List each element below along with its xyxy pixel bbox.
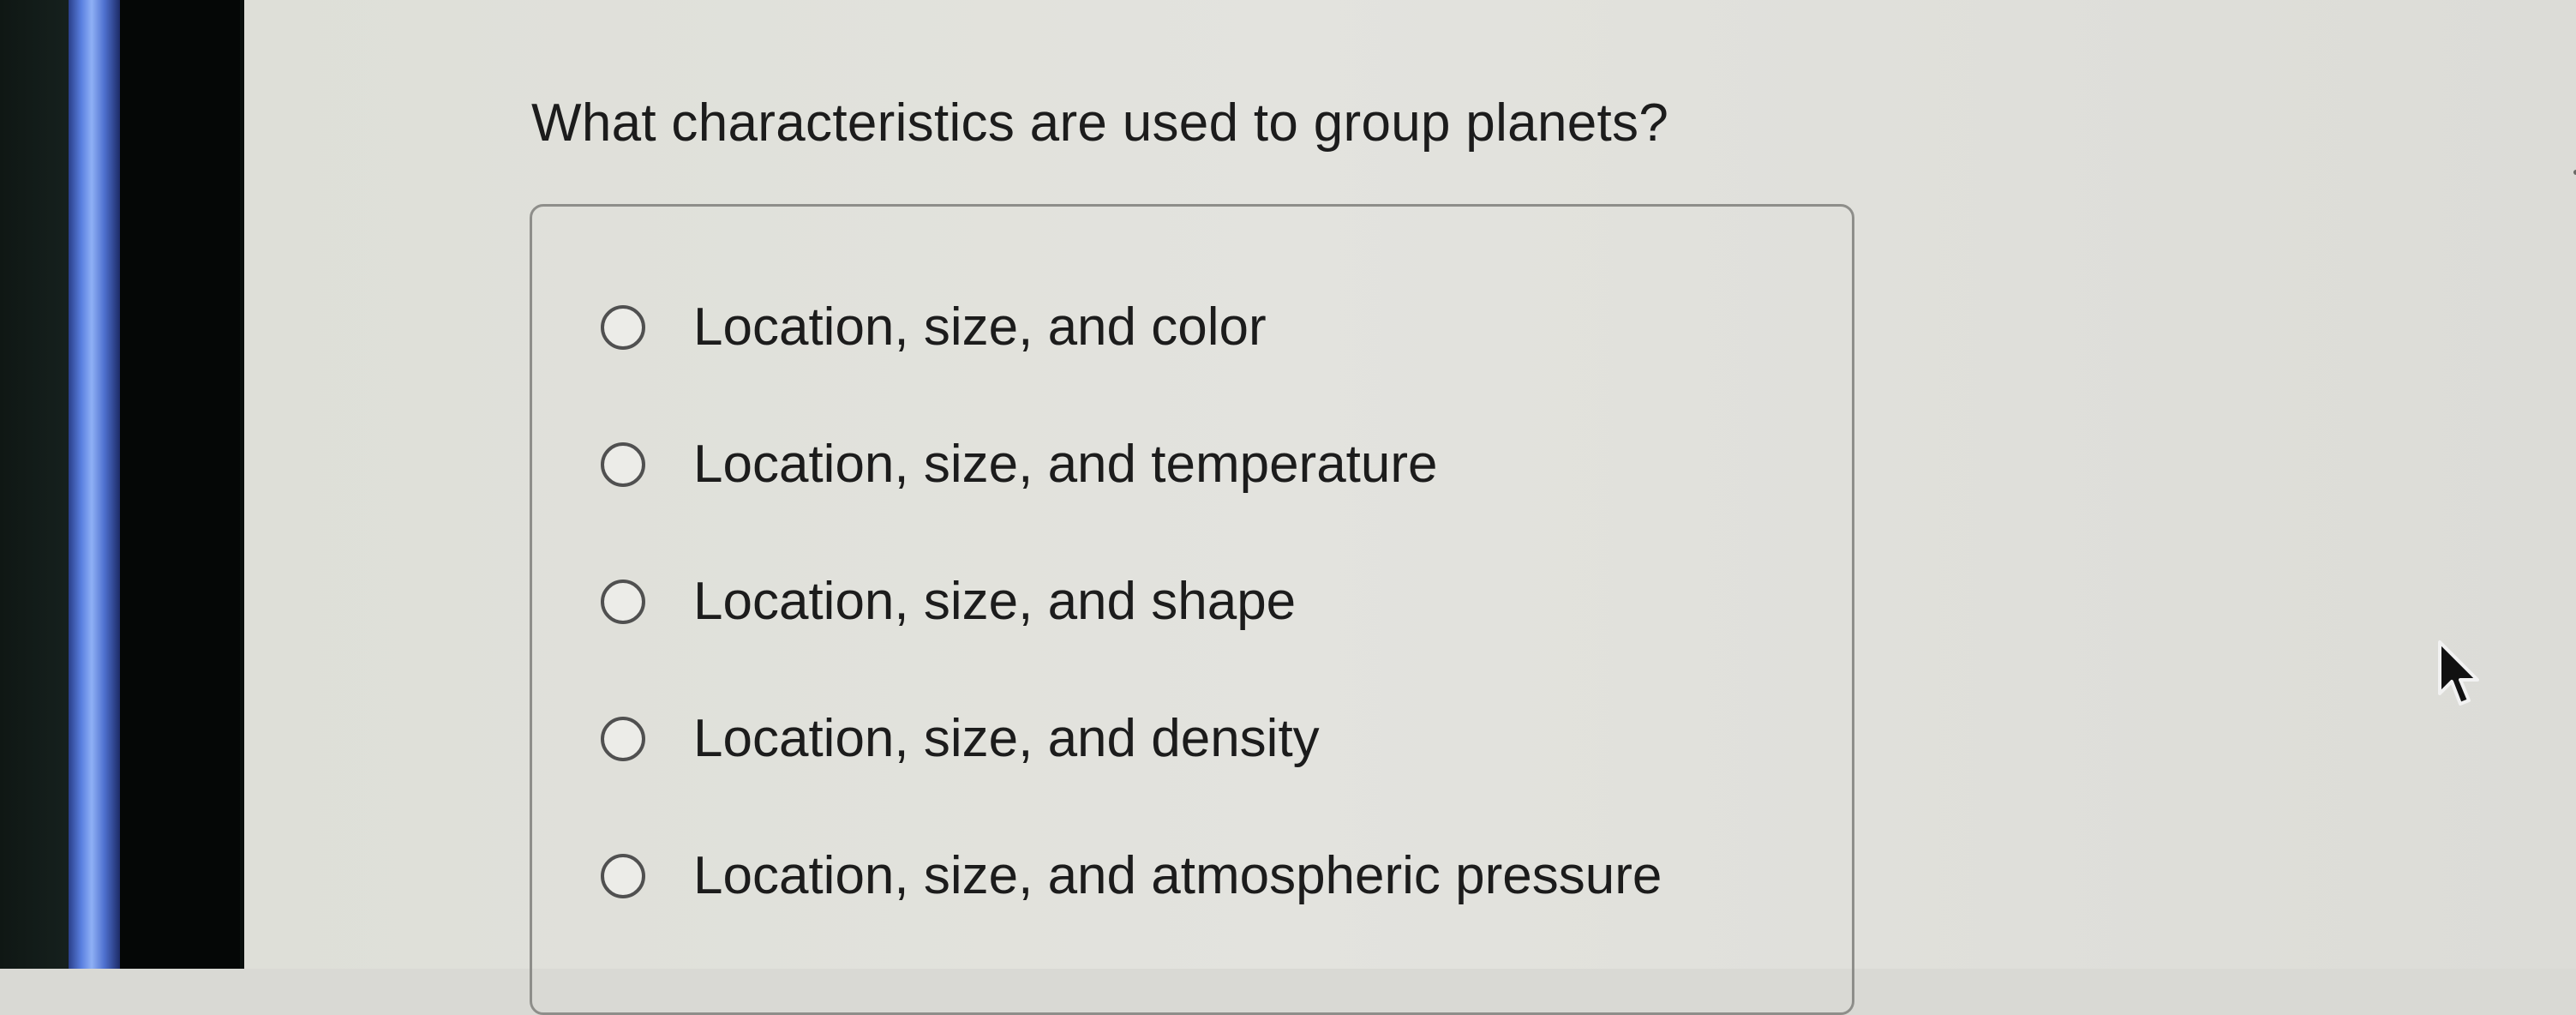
question-text: What characteristics are used to group p… [531,93,1669,153]
answer-option-2[interactable]: Location, size, and temperature [601,434,1438,495]
bezel-edge [120,0,240,969]
answer-option-label[interactable]: Location, size, and color [693,297,1267,357]
answer-options-group: Location, size, and color Location, size… [530,204,1854,1015]
radio-unselected-icon[interactable] [601,304,645,350]
radio-unselected-icon[interactable] [601,716,645,761]
answer-option-label[interactable]: Location, size, and temperature [693,434,1438,495]
answer-option-3[interactable]: Location, size, and shape [601,571,1296,632]
answer-option-label[interactable]: Location, size, and density [693,708,1320,769]
radio-unselected-icon[interactable] [601,853,645,898]
radio-unselected-icon[interactable] [601,579,645,624]
answer-option-4[interactable]: Location, size, and density [601,708,1320,769]
bezel-reflection [69,0,120,969]
radio-unselected-icon[interactable] [601,441,645,487]
answer-option-label[interactable]: Location, size, and atmospheric pressure [693,845,1662,906]
monitor-bezel [0,0,244,969]
mouse-pointer-icon [2438,640,2479,706]
answer-option-5[interactable]: Location, size, and atmospheric pressure [601,845,1662,906]
answer-option-1[interactable]: Location, size, and color [601,297,1267,357]
answer-option-label[interactable]: Location, size, and shape [693,571,1296,632]
